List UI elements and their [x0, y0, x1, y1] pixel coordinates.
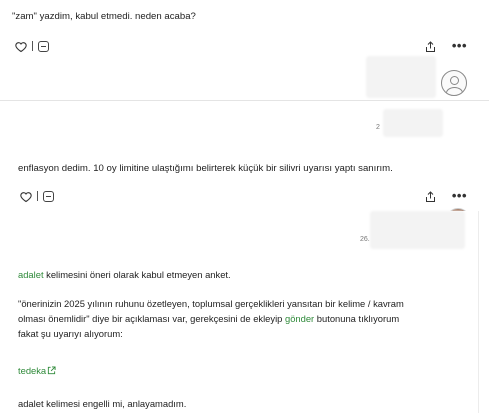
vote-actions [20, 190, 54, 203]
entry-text: olması önemlidir" diye bir açıklaması va… [18, 313, 285, 324]
divider [478, 211, 479, 413]
user-avatar-icon[interactable] [441, 70, 467, 96]
entry-line: olması önemlidir" diye bir açıklaması va… [18, 312, 399, 326]
entry-line: "önerinizin 2025 yılının ruhunu özetleye… [18, 298, 404, 309]
entry-line: adalet kelimesi engelli mi, anlayamadım. [18, 398, 187, 409]
divider [32, 41, 33, 51]
share-icon[interactable] [425, 190, 436, 202]
entry-date: 26. [360, 236, 370, 243]
external-link[interactable]: tedeka [18, 364, 56, 378]
entry-3: 26. adalet kelimesini öneri olarak kabul… [0, 211, 489, 413]
minus-box-icon[interactable] [38, 40, 49, 52]
entry-tools: ••• [425, 39, 467, 52]
entry-link[interactable]: gönder [285, 313, 314, 324]
entry-text: butonuna tıklıyorum [314, 313, 400, 324]
entry-text: "zam" yazdim, kabul etmedi. neden acaba? [12, 11, 196, 22]
more-icon[interactable]: ••• [452, 189, 467, 202]
entry-2: 2 enflasyon dedim. 10 oy limitine ulaştı… [0, 101, 489, 232]
redacted-author [383, 109, 443, 137]
entry-date: 2 [376, 124, 380, 131]
entry-1: "zam" yazdim, kabul etmedi. neden acaba?… [0, 0, 489, 101]
heart-icon[interactable] [15, 40, 27, 53]
entry-text: kelimesini öneri olarak kabul etmeyen an… [43, 269, 231, 280]
minus-box-icon[interactable] [43, 190, 54, 202]
external-link-icon[interactable] [47, 365, 56, 375]
entry-text: enflasyon dedim. 10 oy limitine ulaştığı… [18, 163, 393, 174]
redacted-author [370, 211, 465, 249]
redacted-author [366, 56, 436, 98]
entry-tools: ••• [425, 189, 467, 202]
link-text[interactable]: tedeka [18, 365, 46, 376]
vote-actions [15, 40, 49, 53]
divider [37, 191, 38, 201]
share-icon[interactable] [425, 40, 436, 52]
entry-line: fakat şu uyarıyı alıyorum: [18, 328, 123, 339]
heart-icon[interactable] [20, 190, 32, 203]
more-icon[interactable]: ••• [452, 39, 467, 52]
entry-line: adalet kelimesini öneri olarak kabul etm… [18, 268, 231, 282]
entry-link[interactable]: adalet [18, 269, 44, 280]
